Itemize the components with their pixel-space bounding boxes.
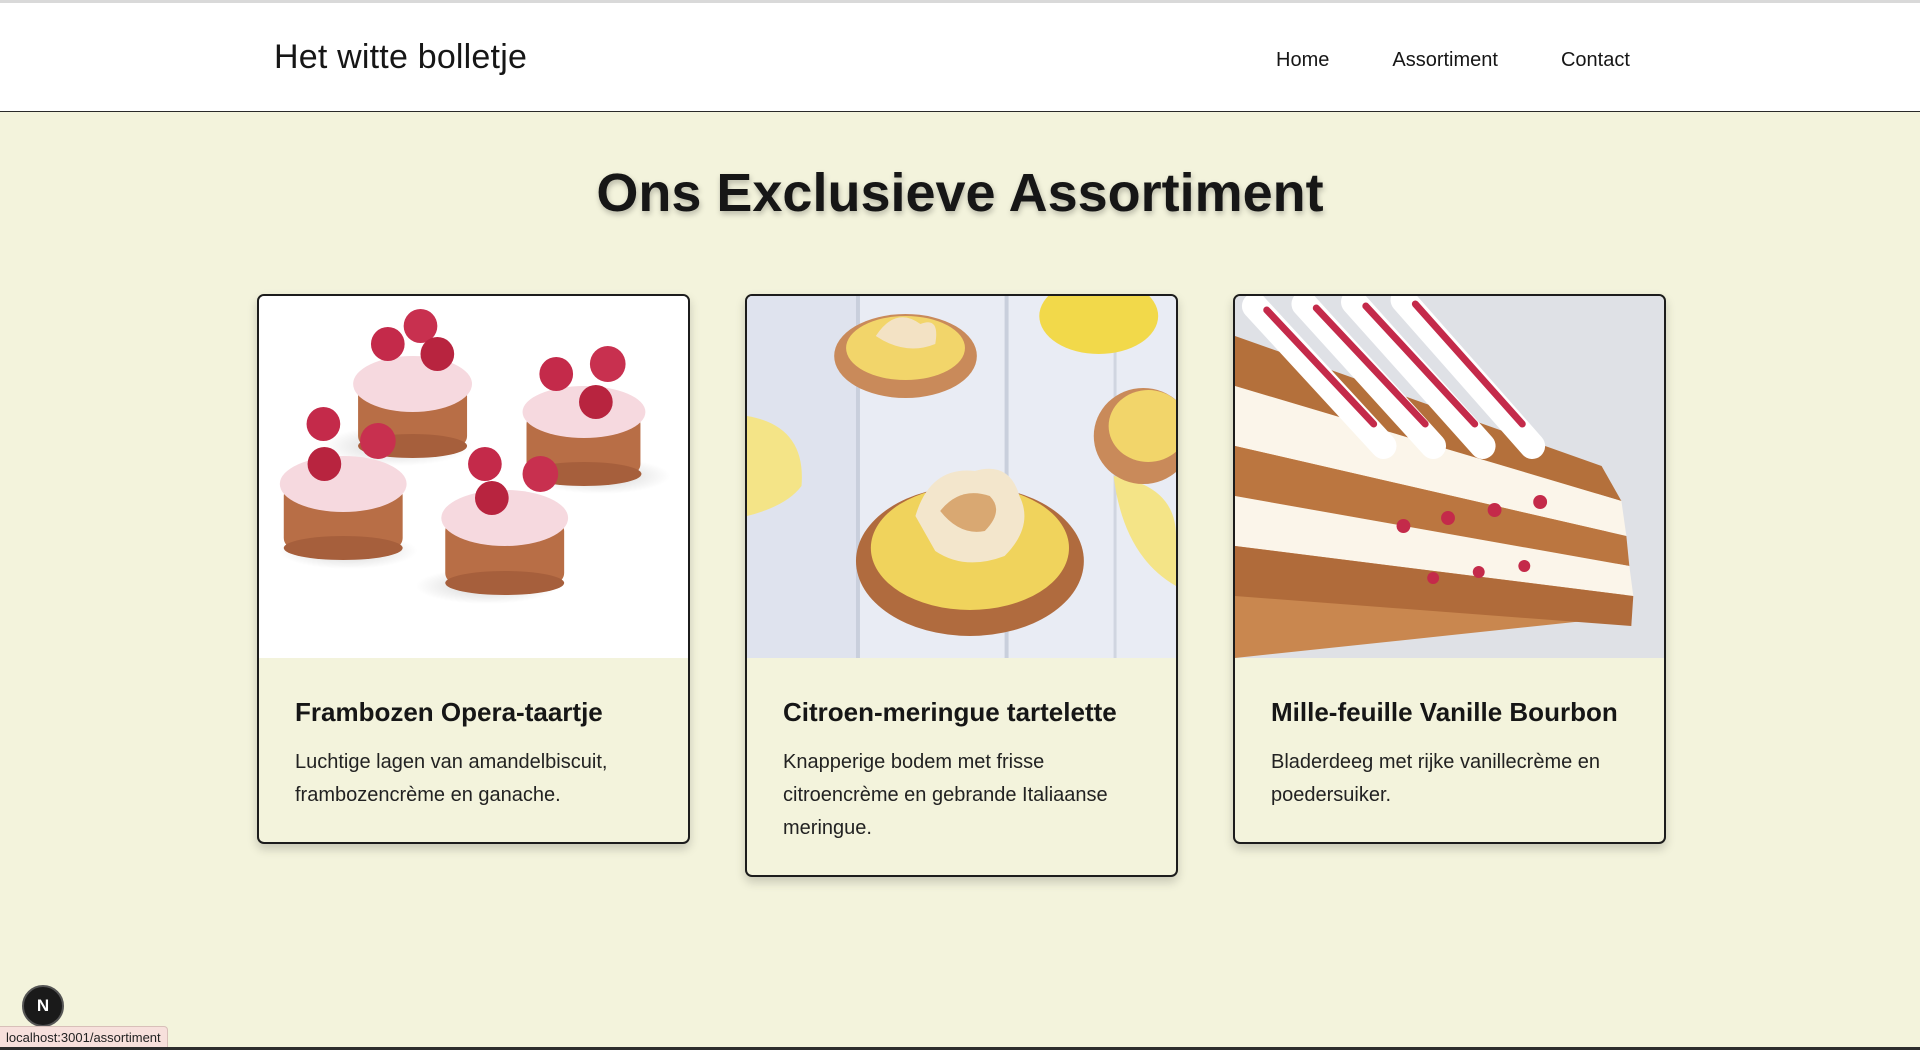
product-title: Mille-feuille Vanille Bourbon	[1271, 697, 1618, 727]
product-title: Frambozen Opera-taartje	[295, 697, 603, 727]
main-nav: Home Assortiment Contact	[1276, 49, 1630, 72]
product-description: Luchtige lagen van amandelbiscuit, framb…	[295, 751, 608, 806]
raspberry-tartlets-image	[259, 296, 688, 658]
nextjs-dev-indicator-icon[interactable]: N	[22, 985, 64, 1027]
nav-home-link[interactable]: Home	[1276, 49, 1329, 72]
card-body: Citroen-meringue tartelette Knapperige b…	[747, 658, 1176, 875]
card-body: Frambozen Opera-taartje Luchtige lagen v…	[259, 658, 688, 842]
site-header: Het witte bolletje Home Assortiment Cont…	[0, 3, 1920, 112]
product-description: Bladerdeeg met rijke vanillecrème en poe…	[1271, 751, 1601, 806]
nav-assortiment-link[interactable]: Assortiment	[1392, 49, 1498, 72]
product-description: Knapperige bodem met frisse citroencrème…	[783, 751, 1108, 839]
card-body: Mille-feuille Vanille Bourbon Bladerdeeg…	[1235, 658, 1664, 842]
mille-feuille-image	[1235, 296, 1664, 658]
product-title: Citroen-meringue tartelette	[783, 697, 1117, 727]
link-status-url: localhost:3001/assortiment	[0, 1026, 168, 1048]
nav-contact-link[interactable]: Contact	[1561, 49, 1630, 72]
brand-logo-text[interactable]: Het witte bolletje	[274, 38, 527, 77]
product-card-mille-feuille[interactable]: Mille-feuille Vanille Bourbon Bladerdeeg…	[1233, 294, 1666, 844]
lemon-meringue-tartlet-image	[747, 296, 1176, 658]
product-card-citroen[interactable]: Citroen-meringue tartelette Knapperige b…	[745, 294, 1178, 877]
page-title: Ons Exclusieve Assortiment	[596, 163, 1324, 223]
product-card-frambozen[interactable]: Frambozen Opera-taartje Luchtige lagen v…	[257, 294, 690, 844]
product-grid: Frambozen Opera-taartje Luchtige lagen v…	[257, 294, 1666, 877]
